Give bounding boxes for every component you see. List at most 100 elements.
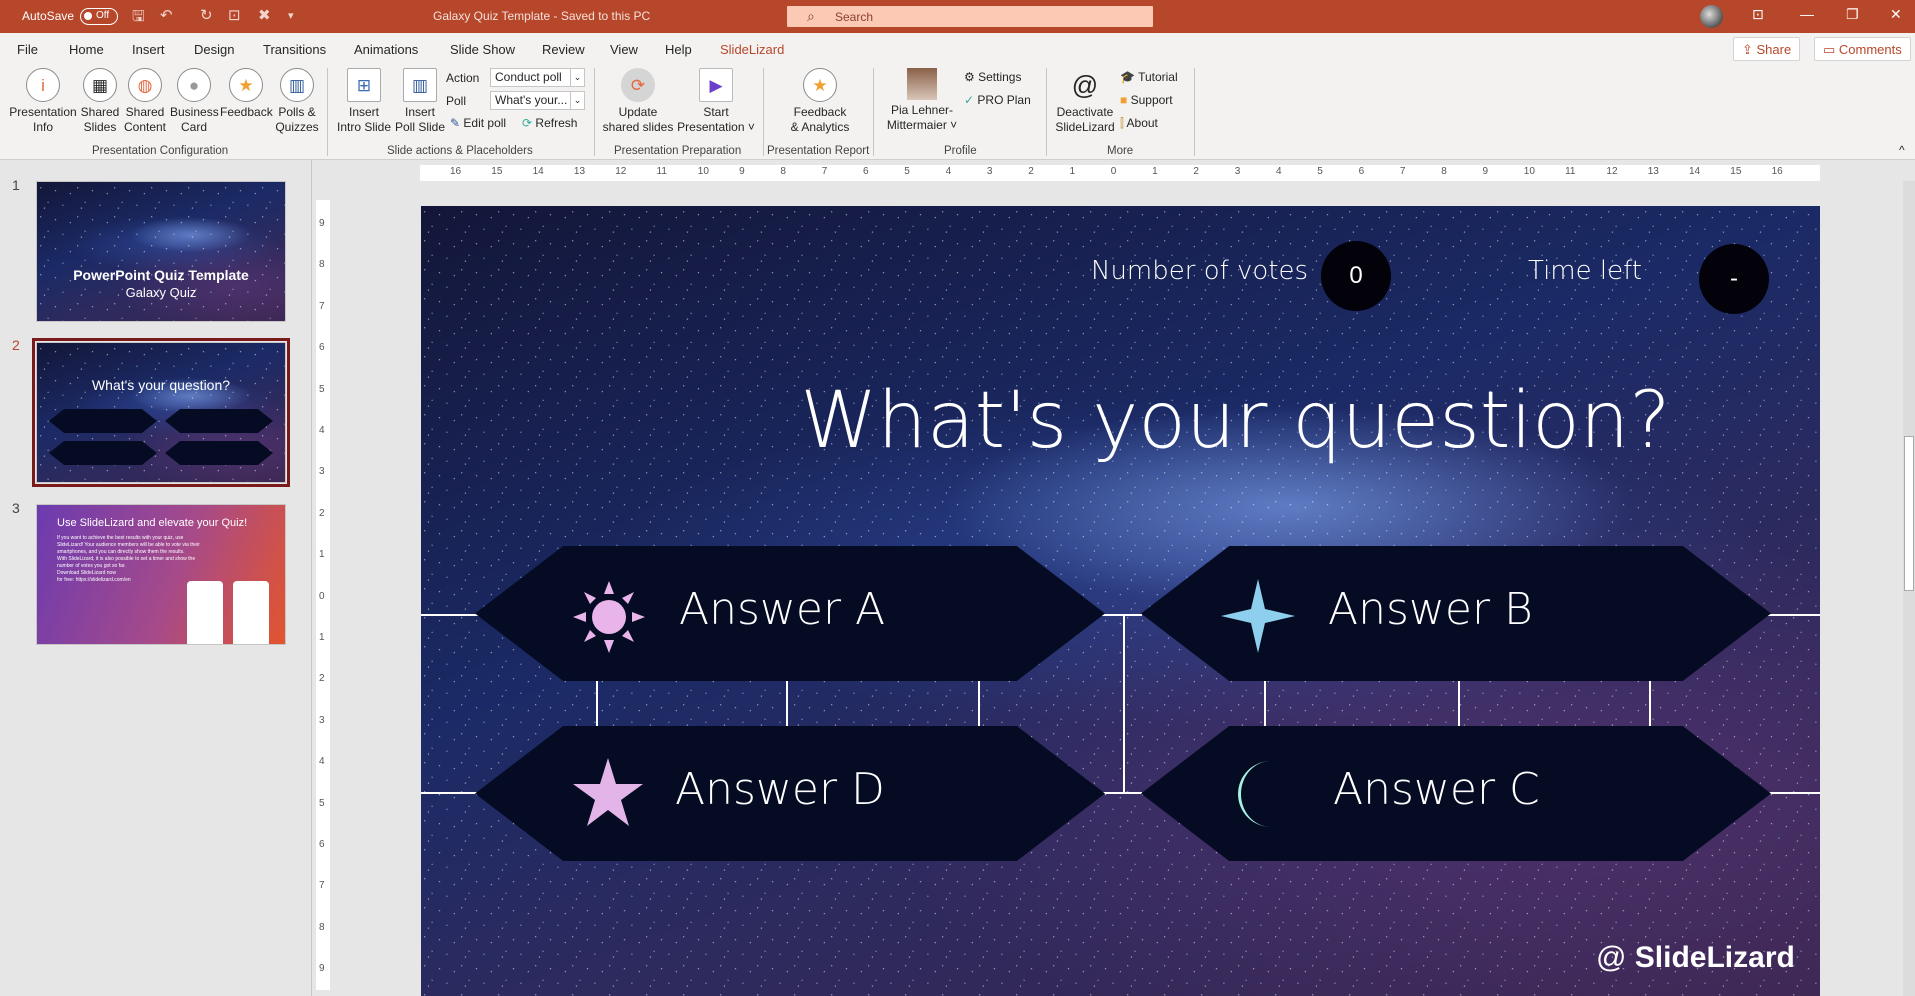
insert-poll-slide-button[interactable]: ▥ Insert Poll Slide — [392, 68, 448, 135]
answer-a-option[interactable]: Answer A — [475, 546, 1105, 681]
shared-content-button[interactable]: ◍ Shared Content — [122, 68, 168, 135]
ruler-tick: 7 — [319, 880, 325, 892]
ruler-tick: 5 — [319, 383, 325, 395]
tab-home[interactable]: Home — [69, 42, 104, 57]
undo-icon[interactable]: ↶ — [160, 6, 173, 24]
restore-icon[interactable]: ❐ — [1846, 6, 1859, 23]
ruler-tick: 6 — [1358, 166, 1365, 177]
question-title[interactable]: What's your question? — [421, 376, 1820, 466]
about-button[interactable]: ⫿ About — [1120, 116, 1158, 131]
document-title[interactable]: Galaxy Quiz Template - Saved to this PC — [433, 9, 650, 23]
business-card-button[interactable]: ● Business Card — [170, 68, 219, 135]
tab-design[interactable]: Design — [194, 42, 234, 57]
vertical-scrollbar[interactable] — [1903, 181, 1915, 996]
time-left-label: Time left — [1528, 256, 1643, 286]
poll-slide-icon: ▥ — [403, 68, 437, 102]
answer-b-option[interactable]: Answer B — [1141, 546, 1771, 681]
ruler-tick: 10 — [697, 166, 709, 177]
share-icon: ⇪ — [1742, 42, 1757, 57]
slide-thumbnail-3[interactable]: Use SlideLizard and elevate your Quiz! I… — [36, 504, 286, 645]
ruler-tick: 3 — [319, 466, 325, 478]
save-icon[interactable]: 🖫 — [132, 6, 145, 31]
tutorial-button[interactable]: 🎓 Tutorial — [1120, 70, 1178, 84]
redo-icon[interactable]: ↻ — [200, 6, 213, 24]
slide-thumbnail-2[interactable]: What's your question? — [32, 338, 290, 487]
group-label: Presentation Report — [767, 145, 870, 157]
ruler-tick: 5 — [904, 166, 910, 177]
poll-dropdown[interactable]: What's your... ⌄ — [490, 91, 585, 110]
ruler-tick: 3 — [1234, 166, 1241, 177]
ruler-tick: 2 — [319, 673, 325, 685]
autosave-toggle[interactable]: Off — [80, 8, 118, 25]
info-icon: i — [26, 68, 60, 102]
support-button[interactable]: ■ Support — [1120, 93, 1173, 107]
update-shared-slides-button[interactable]: ⟳ Update shared slides — [600, 68, 676, 135]
scrollbar-thumb[interactable] — [1904, 436, 1914, 591]
tab-file[interactable]: File — [17, 42, 38, 57]
action-dropdown[interactable]: Conduct poll ⌄ — [490, 68, 585, 87]
tab-review[interactable]: Review — [542, 42, 585, 57]
refresh-button[interactable]: ⟳ Refresh — [522, 116, 577, 130]
insert-intro-slide-button[interactable]: ⊞ Insert Intro Slide — [336, 68, 392, 135]
slide-thumbnail-1[interactable]: PowerPoint Quiz Template Galaxy Quiz — [36, 181, 286, 322]
star-question-icon: ★ — [229, 68, 263, 102]
minimize-icon[interactable]: — — [1800, 6, 1814, 22]
ruler-tick: 3 — [986, 166, 993, 177]
pro-plan-button[interactable]: ✓ PRO Plan — [964, 93, 1031, 107]
tab-insert[interactable]: Insert — [132, 42, 165, 57]
separator — [594, 68, 595, 156]
feedback-analytics-button[interactable]: ★ Feedback & Analytics — [784, 68, 856, 135]
separator — [1194, 68, 1195, 156]
four-point-star-icon — [1221, 579, 1295, 653]
ruler-tick: 1 — [319, 632, 325, 643]
answer-label: Answer C — [1333, 764, 1540, 815]
ribbon-display-icon[interactable]: ⊡ — [1752, 6, 1764, 23]
shared-slides-button[interactable]: ▦ Shared Slides — [78, 68, 122, 135]
horizontal-ruler: 16 15 14 13 12 11 10 9 8 7 6 5 4 3 2 1 0 1 2 3 4 5 6 7 8 9 10 11 12 1… — [420, 165, 1820, 181]
search-icon: ⌕ — [807, 8, 815, 24]
answer-d-option[interactable]: Answer D — [475, 726, 1105, 861]
search-box[interactable]: ⌕ Search — [787, 6, 1153, 27]
answer-c-option[interactable]: Answer C — [1141, 726, 1771, 861]
ruler-tick: 4 — [945, 166, 952, 177]
autosave-label: AutoSave — [22, 9, 75, 23]
polls-quizzes-button[interactable]: ▥ Polls & Quizzes — [272, 68, 322, 135]
edit-poll-button[interactable]: ✎ Edit poll — [450, 116, 506, 130]
slides-icon: ▦ — [83, 68, 117, 102]
slide-thumbnails-panel: 1 PowerPoint Quiz Template Galaxy Quiz 2… — [0, 160, 312, 996]
presentation-info-button[interactable]: i Presentation Info — [8, 68, 78, 135]
ruler-tick: 2 — [319, 507, 325, 519]
start-presentation-button[interactable]: ▶ Start Presentation ˅ — [676, 68, 756, 135]
tab-animations[interactable]: Animations — [354, 42, 418, 57]
profile-button[interactable]: Pia Lehner- Mittermaier ˅ — [880, 68, 964, 133]
tab-view[interactable]: View — [610, 42, 638, 57]
ribbon: i Presentation Info ▦ Shared Slides ◍ Shared C… — [0, 63, 1915, 160]
tab-slidelizard[interactable]: SlideLizard — [715, 42, 789, 66]
tab-help[interactable]: Help — [665, 42, 692, 57]
share-button[interactable]: ⇪ Share — [1733, 37, 1801, 61]
collapse-ribbon-icon[interactable]: ^ — [1899, 143, 1905, 157]
presentation-play-icon: ▶ — [699, 68, 733, 102]
tab-slide-show[interactable]: Slide Show — [450, 42, 515, 57]
ruler-tick: 15 — [1730, 166, 1742, 177]
feedback-button[interactable]: ★ Feedback — [220, 68, 273, 120]
settings-button[interactable]: ⚙ Settings — [964, 70, 1021, 84]
analytics-icon: ★ — [803, 68, 837, 102]
comments-button[interactable]: ▭ Comments — [1814, 37, 1911, 61]
ruler-tick: 4 — [1276, 166, 1282, 177]
ruler-tick: 1 — [1152, 166, 1158, 177]
tab-transitions[interactable]: Transitions — [263, 42, 326, 57]
close-icon[interactable]: ✕ — [1890, 6, 1902, 23]
ruler-tick: 14 — [1689, 166, 1701, 177]
slide-number: 1 — [12, 177, 20, 193]
ruler-tick: 14 — [532, 166, 544, 177]
tools-icon[interactable]: ✖ — [258, 6, 271, 24]
slidelizard-logo-icon: @ — [1596, 941, 1635, 974]
account-avatar[interactable] — [1700, 5, 1723, 28]
ruler-tick: 2 — [1193, 166, 1199, 177]
deactivate-slidelizard-button[interactable]: @ Deactivate SlideLizard — [1052, 68, 1118, 135]
info-icon: ⫿ — [1120, 116, 1124, 130]
present-icon[interactable]: ⊡ — [228, 6, 241, 24]
slide-canvas[interactable]: Number of votes 0 Time left - What's you… — [421, 206, 1820, 996]
customize-qat-icon[interactable]: ▾ — [288, 9, 294, 22]
